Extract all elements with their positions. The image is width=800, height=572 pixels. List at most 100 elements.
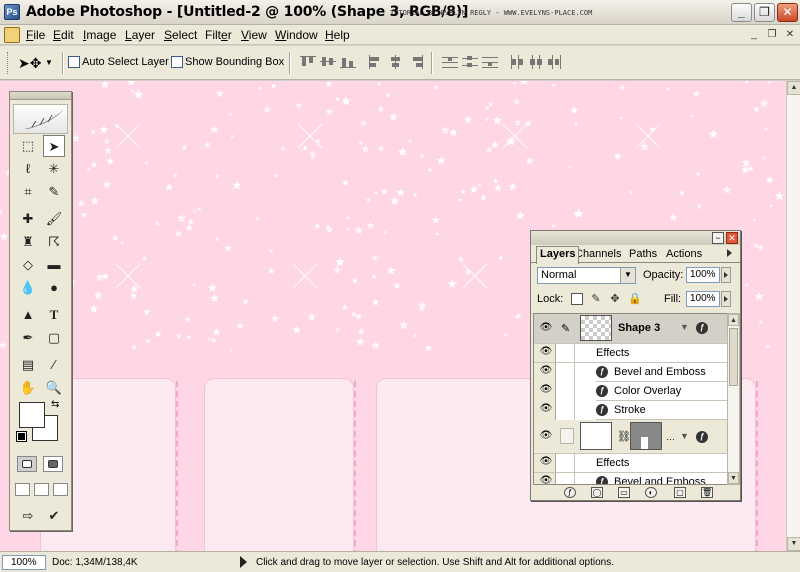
panel-title-bar[interactable]: − ✕ <box>531 231 740 245</box>
eraser-tool-icon[interactable]: ◇ <box>17 254 39 276</box>
new-layer-icon[interactable]: ▢ <box>674 487 686 498</box>
align-top-icon[interactable] <box>300 55 316 69</box>
type-tool-icon[interactable]: T <box>43 304 65 326</box>
healing-brush-tool-icon[interactable]: ✚ <box>17 208 39 230</box>
effect-row-color-overlay[interactable]: ƒ Color Overlay <box>596 382 727 401</box>
menu-image[interactable]: Image <box>83 28 116 42</box>
new-set-icon[interactable]: ▭ <box>618 487 630 498</box>
fx-icon[interactable]: ƒ <box>696 322 708 334</box>
eye-icon[interactable]: 👁 <box>538 456 554 470</box>
slice-tool-icon[interactable]: ✎ <box>43 181 65 203</box>
scroll-up-icon[interactable]: ▲ <box>787 81 800 95</box>
menu-filter[interactable]: Filter <box>205 28 232 42</box>
distribute-right-icon[interactable] <box>546 55 562 69</box>
panel-close-button[interactable]: ✕ <box>726 232 738 244</box>
scroll-down-icon[interactable]: ▼ <box>728 472 739 484</box>
lock-position-icon[interactable]: ✥ <box>609 293 621 305</box>
scroll-down-icon[interactable]: ▼ <box>787 537 800 551</box>
menu-window[interactable]: Window <box>275 28 318 42</box>
eye-icon[interactable]: 👁 <box>538 475 554 484</box>
menu-view[interactable]: View <box>241 28 267 42</box>
link-box[interactable] <box>560 428 574 444</box>
doc-size[interactable]: Doc: 1,34M/138,4K <box>52 557 138 568</box>
magic-wand-tool-icon[interactable]: ✳ <box>43 158 65 180</box>
adjustment-layer-icon[interactable]: ◐ <box>645 487 657 498</box>
doc-close-button[interactable]: ✕ <box>783 29 797 41</box>
eye-icon[interactable]: 👁 <box>538 346 554 360</box>
lock-pixels-icon[interactable]: ✎ <box>590 293 602 305</box>
photoshop-app-icon[interactable]: Ps <box>4 4 20 20</box>
hand-tool-icon[interactable]: ✋ <box>17 377 39 399</box>
screen-mode-standard-button[interactable] <box>15 483 30 496</box>
auto-select-checkbox[interactable] <box>68 56 80 68</box>
status-menu-icon[interactable] <box>240 556 247 568</box>
menu-help[interactable]: Help <box>325 28 350 42</box>
chevron-down-icon[interactable]: ▼ <box>45 58 53 67</box>
distribute-left-icon[interactable] <box>510 55 526 69</box>
eye-icon[interactable]: 👁 <box>538 365 554 379</box>
trash-icon[interactable]: 🗑 <box>701 487 713 498</box>
options-grip[interactable] <box>7 52 10 74</box>
menu-layer[interactable]: Layer <box>125 28 155 42</box>
marquee-tool-icon[interactable]: ⬚ <box>17 135 39 157</box>
tab-paths[interactable]: Paths <box>626 247 660 263</box>
restore-button[interactable]: ❐ <box>754 3 775 22</box>
align-vertical-center-icon[interactable] <box>320 55 336 69</box>
effect-row-bevel[interactable]: ƒ Bevel and Emboss <box>596 363 727 382</box>
blur-tool-icon[interactable]: 💧 <box>17 277 39 299</box>
effects-row[interactable]: 👁 Effects <box>534 344 727 363</box>
opacity-slider-button[interactable] <box>721 267 731 283</box>
lock-transparency-icon[interactable] <box>571 293 583 305</box>
align-horizontal-center-icon[interactable] <box>388 55 404 69</box>
lasso-tool-icon[interactable]: ℓ <box>17 158 39 180</box>
tab-layers[interactable]: Layers <box>536 246 580 264</box>
chevron-down-icon[interactable]: ▼ <box>620 268 635 283</box>
standard-mode-button[interactable] <box>17 456 37 472</box>
effects-row[interactable]: 👁 Effects <box>534 454 727 473</box>
canvas-scrollbar[interactable]: ▲ ▼ <box>786 81 800 551</box>
pen-tool-icon[interactable]: ✒ <box>17 327 39 349</box>
eye-icon[interactable]: 👁 <box>538 384 554 398</box>
doc-minimize-button[interactable]: _ <box>747 29 761 41</box>
tab-actions[interactable]: Actions <box>663 247 705 263</box>
fill-field[interactable]: 100% <box>686 291 720 307</box>
doc-restore-button[interactable]: ❐ <box>765 29 779 41</box>
close-button[interactable]: ✕ <box>777 3 798 22</box>
fill-slider-button[interactable] <box>721 291 731 307</box>
distribute-horizontal-center-icon[interactable] <box>528 55 544 69</box>
zoom-tool-icon[interactable]: 🔍 <box>43 377 65 399</box>
bounding-box-checkbox[interactable] <box>171 56 183 68</box>
screen-mode-full-menu-button[interactable] <box>34 483 49 496</box>
default-colors-icon[interactable] <box>16 431 27 442</box>
toolbox-grip[interactable] <box>10 92 71 100</box>
minimize-button[interactable]: _ <box>731 3 752 22</box>
tab-channels[interactable]: Channels <box>579 247 621 263</box>
align-left-icon[interactable] <box>368 55 384 69</box>
imageready-icon[interactable]: ✔ <box>43 505 65 527</box>
swap-colors-icon[interactable]: ⇆ <box>51 399 59 410</box>
distribute-bottom-icon[interactable] <box>482 55 498 69</box>
add-style-icon[interactable]: ƒ <box>564 487 576 498</box>
gradient-tool-icon[interactable]: ▬ <box>43 254 65 276</box>
layers-scrollbar[interactable]: ▲ ▼ <box>727 313 740 485</box>
align-right-icon[interactable] <box>408 55 424 69</box>
align-bottom-icon[interactable] <box>340 55 356 69</box>
zoom-field[interactable]: 100% <box>2 555 46 570</box>
opacity-field[interactable]: 100% <box>686 267 720 283</box>
blend-mode-select[interactable]: Normal ▼ <box>537 267 636 284</box>
foreground-color-swatch[interactable] <box>19 402 45 428</box>
scroll-up-icon[interactable]: ▲ <box>728 314 739 326</box>
quick-mask-button[interactable] <box>43 456 63 472</box>
dodge-tool-icon[interactable]: ● <box>43 277 65 299</box>
crop-tool-icon[interactable]: ⌗ <box>17 181 39 203</box>
move-tool-preset-icon[interactable]: ➤✥ <box>18 55 41 72</box>
eye-icon[interactable]: 👁 <box>538 430 554 444</box>
effect-row-bevel[interactable]: ƒ Bevel and Emboss <box>596 473 727 484</box>
clone-stamp-tool-icon[interactable]: ♜ <box>17 231 39 253</box>
menu-edit[interactable]: Edit <box>53 28 74 42</box>
distribute-top-icon[interactable] <box>442 55 458 69</box>
document-icon[interactable] <box>4 27 20 43</box>
eyedropper-tool-icon[interactable]: ⁄ <box>43 354 65 376</box>
scroll-thumb[interactable] <box>729 328 738 386</box>
chevron-down-icon[interactable]: ▼ <box>680 431 689 441</box>
